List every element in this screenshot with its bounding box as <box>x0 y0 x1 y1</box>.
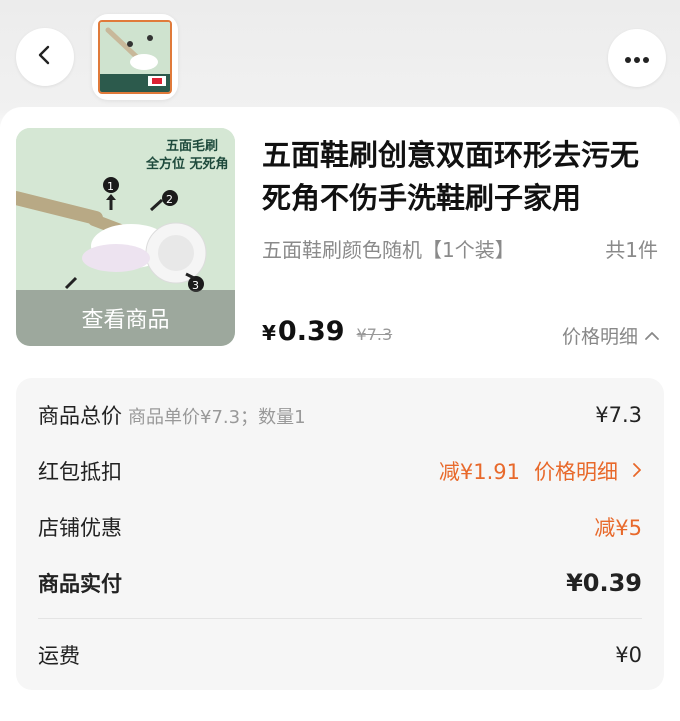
price-breakdown-card: 商品总价 商品单价¥7.3；数量1 ¥7.3 红包抵扣 减¥1.91 价格明细 店… <box>16 378 664 690</box>
price-currency: ¥ <box>262 321 276 345</box>
chevron-up-icon <box>644 325 660 347</box>
price-value: 0.39 <box>277 316 345 347</box>
more-dots-icon <box>624 49 650 68</box>
more-button[interactable] <box>608 29 666 87</box>
product-spec: 五面鞋刷颜色随机【1个装】 <box>262 238 515 262</box>
total-price-label: 商品总价 <box>38 404 122 428</box>
row-store-discount: 店铺优惠 减¥5 <box>38 512 642 542</box>
image-caption-2: 全方位 无死角 <box>145 156 229 172</box>
row-total-price: 商品总价 商品单价¥7.3；数量1 ¥7.3 <box>38 400 642 430</box>
row-actual-payment: 商品实付 ¥0.39 <box>38 568 642 598</box>
actual-payment-label: 商品实付 <box>38 572 122 596</box>
redpack-label: 红包抵扣 <box>38 460 122 484</box>
unit-price-note: 商品单价¥7.3；数量1 <box>128 407 306 428</box>
redpack-discount[interactable]: 减¥1.91 价格明细 <box>439 456 642 486</box>
shipping-value: ¥0 <box>615 643 642 667</box>
redpack-value: 减¥1.91 <box>438 460 520 484</box>
store-discount-value: 减¥5 <box>594 516 642 540</box>
product-title[interactable]: 五面鞋刷创意双面环形去污无死角不伤手洗鞋刷子家用 <box>262 134 662 220</box>
total-price-value: ¥7.3 <box>595 403 642 427</box>
svg-text:1: 1 <box>107 180 114 193</box>
shipping-label: 运费 <box>38 644 80 668</box>
row-shipping: 运费 ¥0 <box>38 640 642 670</box>
store-discount-label: 店铺优惠 <box>38 516 122 540</box>
product-image[interactable]: 五面毛刷 全方位 无死角 1 2 3 查看商品 <box>16 128 235 346</box>
original-price: ¥7.3 <box>356 325 393 344</box>
product-thumbnail-image <box>98 20 172 94</box>
chevron-left-icon <box>34 44 56 70</box>
product-price: ¥ 0.39 ¥7.3 <box>262 316 392 347</box>
divider <box>38 618 642 619</box>
actual-payment-value: ¥0.39 <box>566 569 642 597</box>
price-detail-label: 价格明细 <box>561 326 638 348</box>
chevron-right-icon <box>632 459 642 483</box>
image-caption-1: 五面毛刷 <box>166 138 218 154</box>
product-quantity: 共1件 <box>605 238 658 262</box>
price-detail-toggle[interactable]: 价格明细 <box>562 322 660 349</box>
view-product-button[interactable]: 查看商品 <box>16 290 235 346</box>
product-thumbnail[interactable] <box>92 14 178 100</box>
row-redpack: 红包抵扣 减¥1.91 价格明细 <box>38 456 642 486</box>
redpack-detail-link[interactable]: 价格明细 <box>534 456 618 486</box>
back-button[interactable] <box>16 28 74 86</box>
svg-text:2: 2 <box>166 193 173 206</box>
